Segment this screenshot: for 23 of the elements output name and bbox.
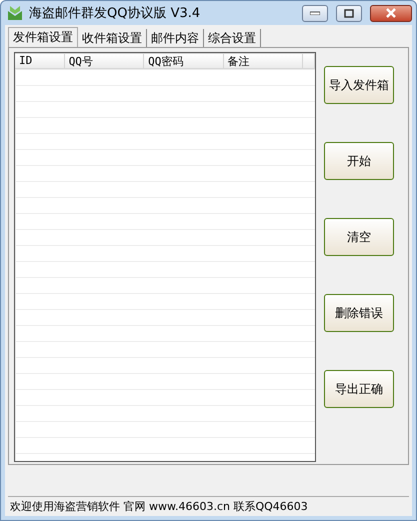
- action-button[interactable]: 导入发件箱: [324, 66, 394, 104]
- window-title: 海盗邮件群发QQ协议版 V3.4: [29, 5, 202, 22]
- column-header[interactable]: QQ密码: [144, 53, 224, 69]
- maximize-icon: [344, 8, 354, 18]
- header-filler: [303, 53, 315, 69]
- maximize-button[interactable]: [336, 4, 362, 22]
- status-text: 欢迎使用海盗营销软件 官网 www.46603.cn 联系QQ46603: [10, 499, 308, 514]
- minimize-button[interactable]: [302, 4, 328, 22]
- tab[interactable]: 邮件内容: [147, 29, 204, 47]
- column-header[interactable]: 备注: [224, 53, 304, 69]
- action-button[interactable]: 开始: [324, 142, 394, 180]
- tab[interactable]: 发件箱设置: [8, 27, 78, 47]
- envelope-icon: [7, 5, 23, 21]
- tab[interactable]: 综合设置: [204, 29, 261, 47]
- column-header[interactable]: QQ号: [64, 53, 144, 69]
- minimize-icon: [310, 11, 320, 15]
- action-button[interactable]: 清空: [324, 218, 394, 256]
- action-button[interactable]: 删除错误: [324, 294, 394, 332]
- close-icon: [385, 8, 397, 18]
- tab[interactable]: 收件箱设置: [78, 29, 147, 47]
- action-button[interactable]: 导出正确: [324, 370, 394, 408]
- column-header[interactable]: ID: [15, 53, 65, 69]
- close-button[interactable]: [370, 4, 412, 22]
